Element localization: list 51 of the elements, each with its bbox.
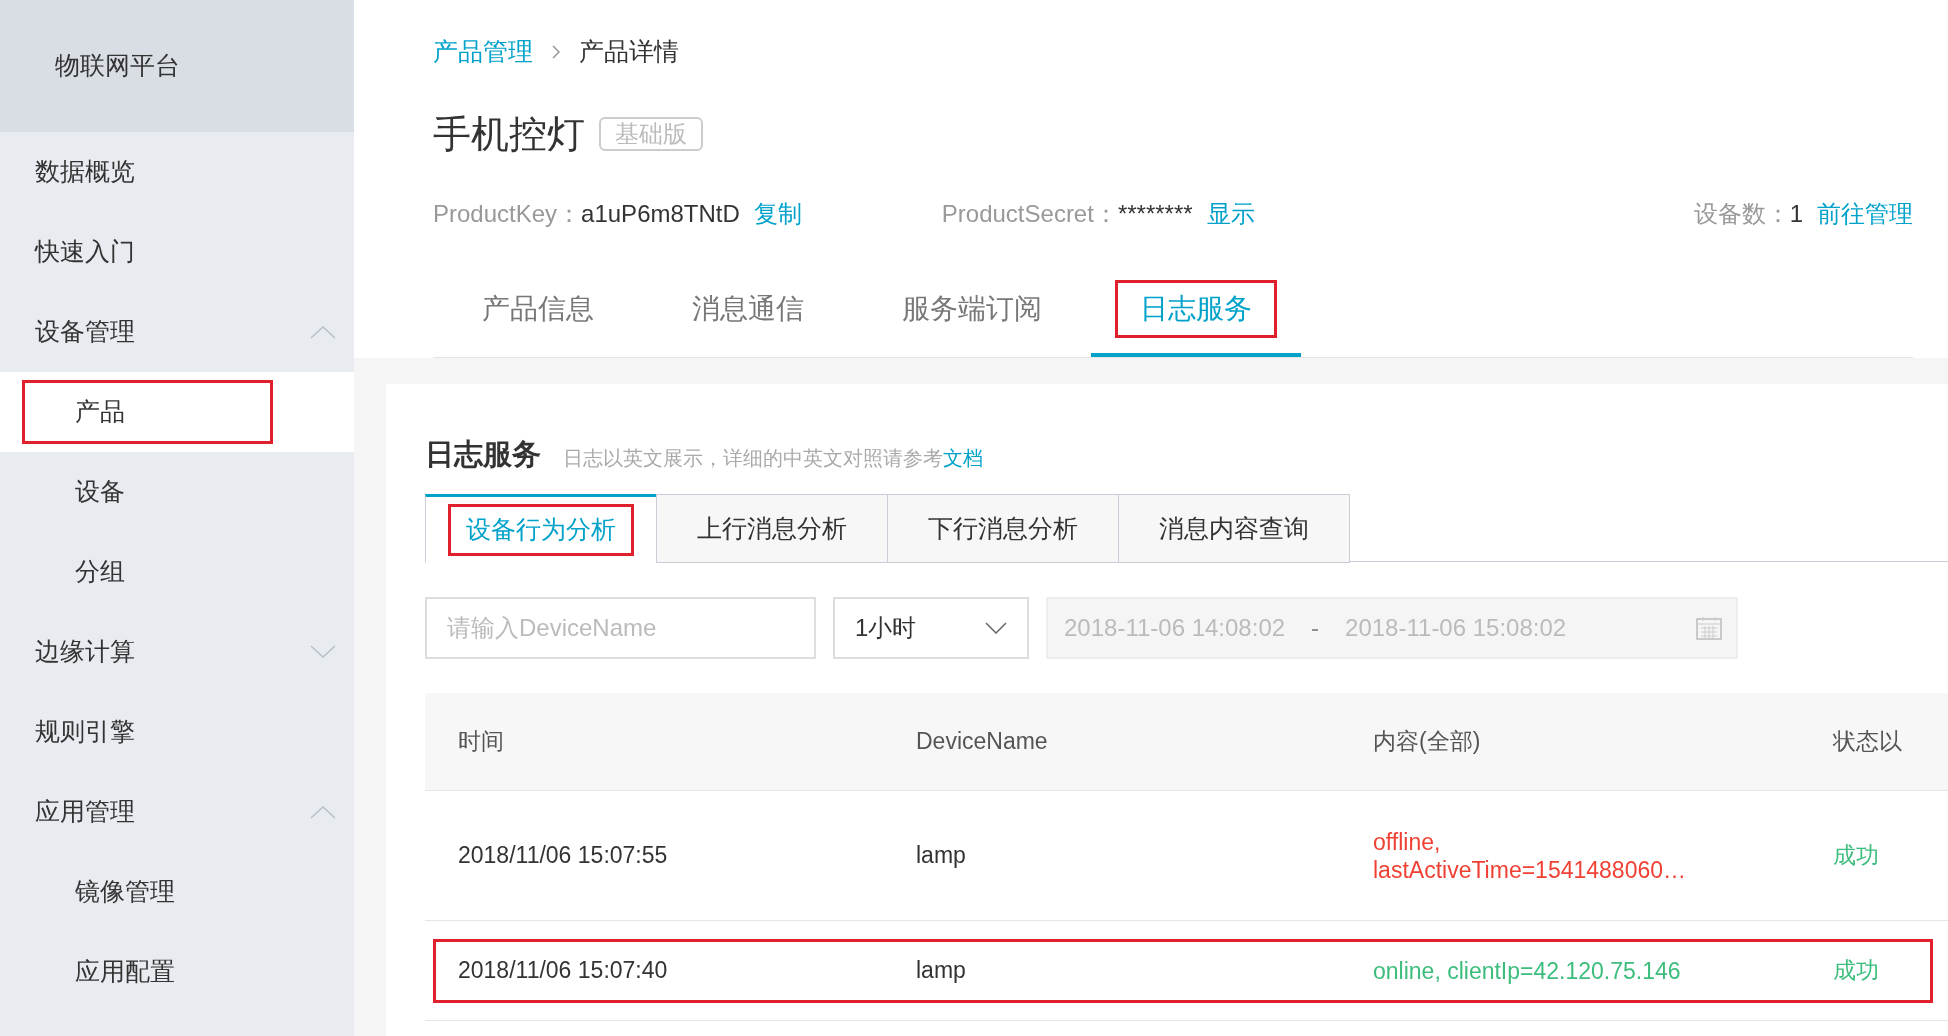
column-header: 状态以 bbox=[1833, 728, 1902, 755]
log-content: offline, bbox=[1373, 827, 1442, 856]
column-header: 内容(全部) bbox=[1373, 728, 1481, 755]
table-cell: lamp bbox=[916, 842, 966, 869]
device-name-search-field[interactable]: 请输入DeviceName bbox=[425, 597, 816, 659]
sidebar-item[interactable]: 产品 bbox=[0, 372, 354, 452]
table-cell: lamp bbox=[916, 957, 966, 984]
time-range-dropdown[interactable]: 1小时 bbox=[833, 597, 1029, 659]
sidebar-label: 产品 bbox=[75, 396, 125, 428]
sidebar-label: 快速入门 bbox=[35, 236, 135, 268]
tab[interactable]: 产品信息 bbox=[433, 264, 643, 357]
product-secret-value: ******** bbox=[1117, 199, 1193, 229]
breadcrumb-current: 产品详情 bbox=[579, 36, 679, 68]
log-content: online, clientIp=42.120.75.146 bbox=[1373, 956, 1682, 985]
product-name: 手机控灯 bbox=[433, 111, 585, 157]
sub-tab[interactable]: 消息内容查询 bbox=[1118, 494, 1350, 563]
sidebar-label: 分组 bbox=[75, 556, 125, 588]
sidebar-label: 应用配置 bbox=[75, 956, 175, 988]
start-date: 2018-11-06 14:08:02 bbox=[1064, 613, 1286, 643]
end-date: 2018-11-06 15:08:02 bbox=[1345, 613, 1567, 643]
calendar-icon bbox=[1696, 616, 1722, 640]
caret-icon bbox=[985, 622, 1007, 634]
sidebar-label: 数据概览 bbox=[35, 156, 135, 188]
sidebar-label: 规则引擎 bbox=[35, 716, 135, 748]
product-key-value: a1uP6m8TNtD bbox=[581, 199, 740, 229]
platform-title: 物联网平台 bbox=[55, 50, 180, 82]
sidebar-label: 设备 bbox=[75, 476, 125, 508]
status-text: 成功 bbox=[1833, 957, 1879, 984]
sub-tab[interactable]: 上行消息分析 bbox=[656, 494, 888, 563]
section-hint: 日志以英文展示，详细的中英文对照请参考文档 bbox=[563, 446, 983, 471]
sidebar-label: 边缘计算 bbox=[35, 636, 135, 668]
table-cell: 2018/11/06 15:07:40 bbox=[458, 957, 668, 984]
product-secret-label: ProductSecret： bbox=[941, 199, 1118, 229]
status-text: 成功 bbox=[1833, 842, 1879, 869]
column-header: DeviceName bbox=[916, 728, 1048, 755]
sidebar-label: 应用管理 bbox=[35, 796, 135, 828]
table-cell: 2018/11/06 15:07:55 bbox=[458, 842, 668, 869]
product-key-label: ProductKey： bbox=[433, 199, 582, 229]
date-separator: - bbox=[1311, 613, 1320, 643]
tab[interactable]: 消息通信 bbox=[643, 264, 853, 357]
log-content: lastActiveTime=1541488060… bbox=[1373, 855, 1688, 884]
sidebar-label: 设备管理 bbox=[35, 316, 135, 348]
section-title: 日志服务 bbox=[425, 436, 541, 472]
sidebar-label: 镜像管理 bbox=[75, 876, 175, 908]
device-count-value: 1 bbox=[1789, 199, 1803, 229]
edition-badge: 基础版 bbox=[599, 117, 703, 151]
tab[interactable]: 服务端订阅 bbox=[853, 264, 1091, 357]
device-count-label: 设备数： bbox=[1693, 199, 1790, 229]
sub-tab[interactable]: 下行消息分析 bbox=[887, 494, 1119, 563]
chevron-right-icon bbox=[551, 44, 561, 60]
column-header: 时间 bbox=[458, 728, 504, 755]
